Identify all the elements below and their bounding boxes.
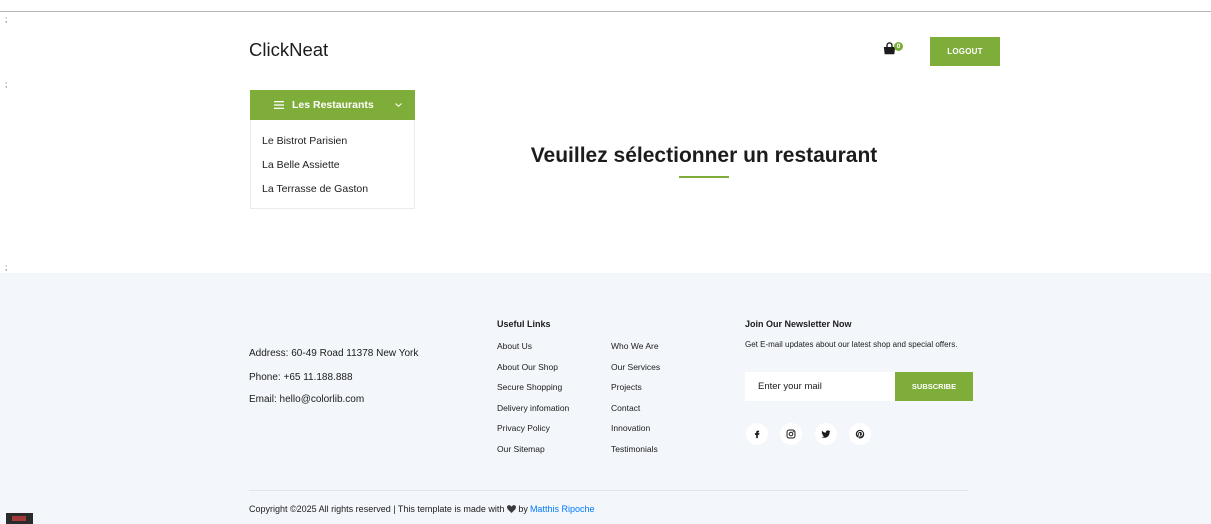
restaurants-menu-title: Les Restaurants <box>292 99 374 111</box>
copyright-line: Copyright ©2025 All rights reserved | Th… <box>249 503 594 515</box>
cart-count-badge: 0 <box>894 42 903 51</box>
footer-link[interactable]: Testimonials <box>611 444 658 454</box>
footer-link[interactable]: About Our Shop <box>497 362 558 372</box>
restaurants-menu-toggle[interactable]: Les Restaurants <box>250 90 415 120</box>
restaurant-item[interactable]: La Belle Assiette <box>262 153 414 177</box>
chevron-down-icon <box>395 103 402 107</box>
author-link[interactable]: Matthis Ripoche <box>530 504 595 514</box>
restaurant-link[interactable]: La Terrasse de Gaston <box>262 183 368 195</box>
heart-icon <box>507 505 517 513</box>
restaurants-list: Le Bistrot Parisien La Belle Assiette La… <box>250 120 415 209</box>
footer-email: Email: hello@colorlib.com <box>249 394 365 405</box>
subscribe-button[interactable]: SUBSCRIBE <box>895 372 973 401</box>
newsletter-title: Join Our Newsletter Now <box>745 319 852 329</box>
footer-link[interactable]: Delivery infomation <box>497 403 569 413</box>
restaurant-link[interactable]: Le Bistrot Parisien <box>262 135 347 147</box>
useful-links-title: Useful Links <box>497 319 551 329</box>
stray-semicolon: ; <box>5 263 8 272</box>
footer-link[interactable]: Privacy Policy <box>497 423 550 433</box>
cart-button[interactable]: 0 <box>883 41 905 57</box>
pinterest-icon <box>855 429 865 439</box>
footer-link[interactable]: About Us <box>497 341 532 351</box>
hamburger-icon <box>274 101 284 109</box>
twitter-link[interactable] <box>815 423 837 445</box>
site-logo[interactable]: ClickNeat <box>249 38 328 62</box>
stray-semicolon: ; <box>5 80 8 89</box>
copyright-by: by <box>518 504 528 514</box>
newsletter-email-input[interactable] <box>745 372 895 401</box>
page-heading: Veuillez sélectionner un restaurant <box>530 144 878 167</box>
footer-link[interactable]: Contact <box>611 403 640 413</box>
footer-link[interactable]: Our Sitemap <box>497 444 545 454</box>
facebook-icon <box>754 430 760 439</box>
copyright-text: Copyright ©2025 All rights reserved | Th… <box>249 504 505 514</box>
debug-toolbar-indicator <box>12 516 26 521</box>
useful-links-column-2: Who We Are Our Services Projects Contact… <box>611 336 660 460</box>
footer-address: Address: 60-49 Road 11378 New York <box>249 348 419 359</box>
twitter-icon <box>821 430 831 438</box>
footer-link[interactable]: Projects <box>611 382 642 392</box>
footer-divider <box>249 490 968 491</box>
pinterest-link[interactable] <box>849 423 871 445</box>
useful-links-column-1: About Us About Our Shop Secure Shopping … <box>497 336 569 460</box>
footer-link[interactable]: Secure Shopping <box>497 382 562 392</box>
footer-phone: Phone: +65 11.188.888 <box>249 372 353 383</box>
top-divider <box>0 11 1211 12</box>
instagram-icon <box>786 429 796 439</box>
restaurant-item[interactable]: La Terrasse de Gaston <box>262 177 414 201</box>
heading-underline <box>679 176 729 178</box>
newsletter-description: Get E-mail updates about our latest shop… <box>745 340 958 349</box>
debug-toolbar-badge[interactable] <box>6 513 33 524</box>
footer-link[interactable]: Who We Are <box>611 341 659 351</box>
footer-link[interactable]: Our Services <box>611 362 660 372</box>
instagram-link[interactable] <box>780 423 802 445</box>
restaurant-link[interactable]: La Belle Assiette <box>262 159 340 171</box>
stray-semicolon: ; <box>5 15 8 24</box>
facebook-link[interactable] <box>746 423 768 445</box>
restaurant-item[interactable]: Le Bistrot Parisien <box>262 129 414 153</box>
logout-button[interactable]: LOGOUT <box>930 37 1000 66</box>
footer-link[interactable]: Innovation <box>611 423 650 433</box>
site-footer: Address: 60-49 Road 11378 New York Phone… <box>0 273 1211 524</box>
